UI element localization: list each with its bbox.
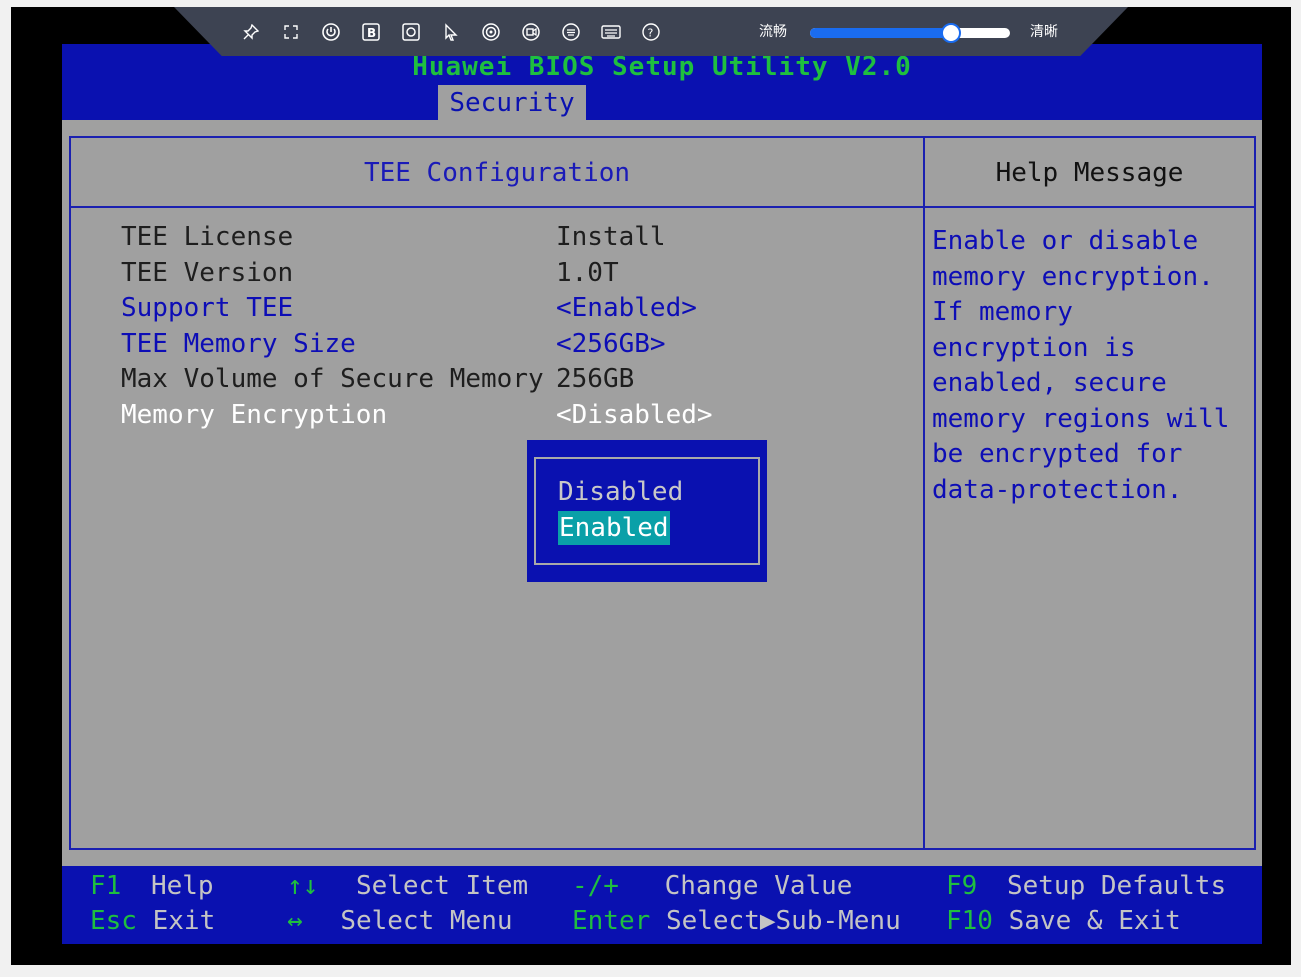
setting-value: Install [556, 222, 666, 252]
setting-max-volume-secure-memory: Max Volume of Secure Memory 256GB [121, 362, 923, 398]
setting-tee-license: TEE License Install [121, 220, 923, 256]
legend-save-exit: F10 Save & Exit [946, 906, 1181, 936]
legend-key: Enter [572, 906, 651, 936]
panel-title: TEE Configuration [71, 138, 923, 208]
option-disabled[interactable]: Disabled [558, 475, 683, 509]
keyboard-icon[interactable] [600, 21, 622, 43]
setting-label: Memory Encryption [121, 399, 388, 430]
legend-key: F1 [90, 871, 122, 901]
setting-label: TEE Memory Size [121, 328, 356, 359]
setting-value: 1.0T [556, 257, 619, 288]
setting-label: Max Volume of Secure Memory [121, 364, 544, 394]
remote-console-toolbar: B ? 流畅 清晰 [174, 7, 1128, 56]
legend-desc: Help [150, 871, 214, 901]
keyboard-virtual-icon[interactable] [560, 21, 582, 43]
legend-change-value: -/+ Change Value [572, 871, 852, 901]
setting-memory-encryption[interactable]: Memory Encryption <Disabled> [121, 398, 923, 434]
quality-slider-fill [810, 28, 950, 38]
setting-label: TEE License [121, 222, 294, 252]
legend-help: F1 Help [90, 871, 214, 901]
legend-desc: Select▶Sub-Menu [665, 906, 901, 936]
record-icon[interactable] [520, 21, 542, 43]
legend-select-item: ↑↓ Select Item [287, 871, 528, 901]
bios-title: Huawei BIOS Setup Utility V2.0 [412, 52, 912, 82]
quality-high-label: 清晰 [1030, 24, 1058, 40]
setting-label: Support TEE [121, 293, 294, 323]
pin-icon[interactable] [240, 21, 262, 43]
legend-exit: Esc Exit [90, 906, 215, 936]
legend-desc: Save & Exit [1008, 906, 1181, 936]
legend-key: F9 [946, 871, 978, 901]
quality-low-label: 流畅 [759, 24, 787, 40]
setting-support-tee[interactable]: Support TEE <Enabled> [121, 291, 923, 327]
key-legend: F1 Help Esc Exit ↑↓ Select Item ↔ Select… [62, 866, 1262, 944]
legend-key: ↑↓ [287, 871, 319, 901]
legend-key: Esc [90, 906, 137, 936]
legend-desc: Exit [152, 906, 216, 936]
settings-panel: TEE Configuration TEE License Install TE… [69, 136, 925, 850]
option-popup: Disabled Enabled [527, 440, 767, 582]
legend-key: -/+ [572, 871, 619, 901]
legend-enter: Enter Select▶Sub-Menu [572, 906, 901, 936]
legend-desc: Change Value [664, 871, 853, 901]
b-icon[interactable]: B [360, 21, 382, 43]
legend-key: ↔ [287, 906, 303, 936]
help-message: Enable or disable memory encryption. If … [932, 226, 1230, 505]
setting-label: TEE Version [121, 257, 294, 288]
setting-value[interactable]: <Enabled> [556, 291, 697, 327]
help-panel: Help Message Enable or disable memory en… [923, 136, 1256, 850]
option-enabled[interactable]: Enabled [558, 511, 670, 545]
svg-text:B: B [367, 26, 376, 40]
quality-slider-thumb[interactable] [941, 23, 961, 43]
legend-setup-defaults: F9 Setup Defaults [946, 871, 1226, 901]
svg-text:?: ? [648, 27, 654, 40]
legend-desc: Select Menu [340, 906, 513, 936]
tab-security[interactable]: Security [438, 85, 586, 121]
fullscreen-icon[interactable] [280, 21, 302, 43]
power-icon[interactable] [320, 21, 342, 43]
help-icon[interactable]: ? [640, 21, 662, 43]
quality-slider[interactable] [810, 23, 1010, 43]
setting-value[interactable]: <Disabled> [556, 398, 713, 434]
legend-key: F10 [946, 906, 993, 936]
setting-value: 256GB [556, 364, 635, 394]
settings-list: TEE License Install TEE Version 1.0T Sup… [121, 220, 923, 433]
setting-tee-version: TEE Version 1.0T [121, 256, 923, 292]
setting-tee-memory-size[interactable]: TEE Memory Size <256GB> [121, 327, 923, 363]
bios-screen: Huawei BIOS Setup Utility V2.0 Security … [62, 44, 1262, 944]
remote-console-frame: Huawei BIOS Setup Utility V2.0 Security … [11, 7, 1291, 965]
screenshot-icon[interactable] [400, 21, 422, 43]
option-popup-box: Disabled Enabled [534, 457, 760, 565]
cd-icon[interactable] [480, 21, 502, 43]
mouse-icon[interactable] [440, 21, 462, 43]
setting-value[interactable]: <256GB> [556, 327, 666, 363]
legend-desc: Setup Defaults [1006, 871, 1227, 901]
legend-select-menu: ↔ Select Menu [287, 906, 513, 936]
help-panel-title: Help Message [925, 138, 1254, 208]
legend-desc: Select Item [355, 871, 529, 901]
